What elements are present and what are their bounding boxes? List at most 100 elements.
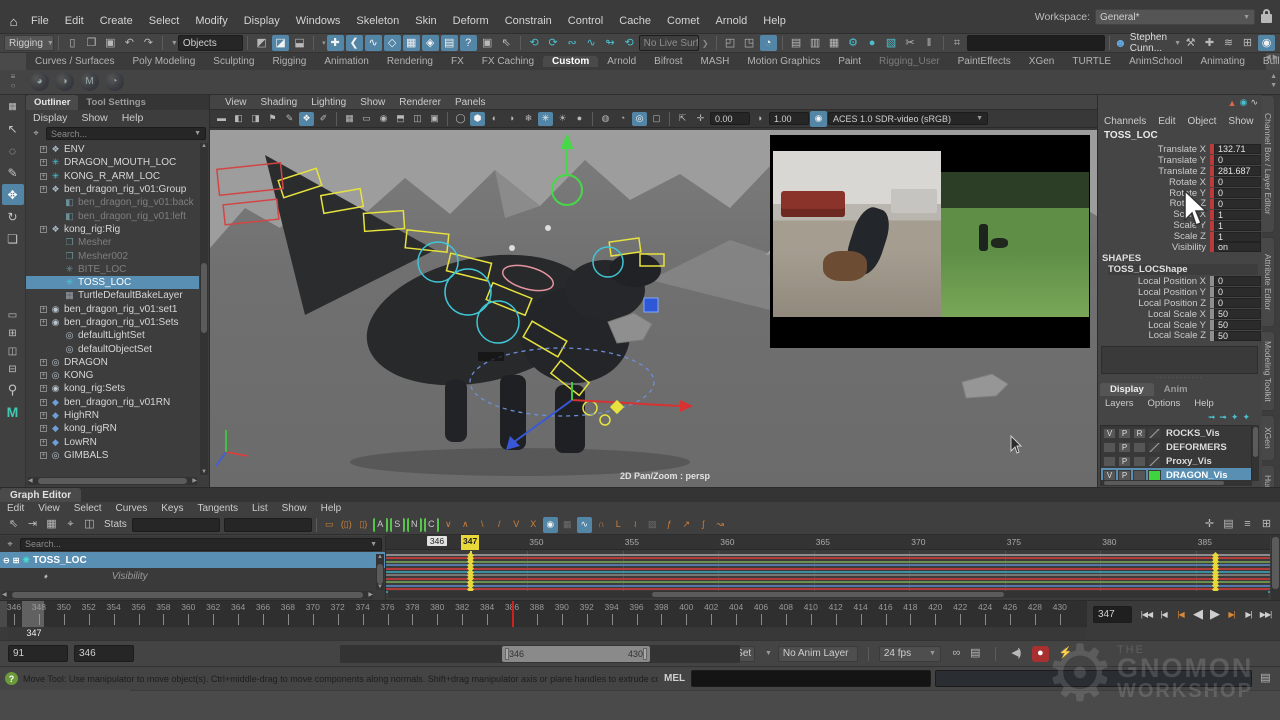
zoom-tool-icon[interactable]: ⚲ <box>2 379 24 400</box>
menu-skin[interactable]: Skin <box>407 15 444 27</box>
viewport-menu-renderer[interactable]: Renderer <box>392 97 448 108</box>
outliner-item[interactable]: +◎KONG <box>26 369 199 382</box>
shelf-tab-poly-modeling[interactable]: Poly Modeling <box>123 56 204 67</box>
expand-icon[interactable]: + <box>40 399 47 406</box>
graph-menu-edit[interactable]: Edit <box>0 503 31 514</box>
color-management-icon[interactable]: ◉ <box>810 111 827 127</box>
multi-pane-icon[interactable]: ◳ <box>741 35 758 51</box>
new-scene-icon[interactable]: ▯ <box>64 35 81 51</box>
expand-icon[interactable]: + <box>40 319 47 326</box>
move-layer-down-icon[interactable]: ➟ <box>1219 412 1227 423</box>
outliner-search-input[interactable]: Search...▼ <box>46 127 206 140</box>
snap-projected-center-icon[interactable]: ▦ <box>403 35 420 51</box>
shelf-tab-fx[interactable]: FX <box>442 56 473 67</box>
reference-video-panel[interactable] <box>770 135 1090 348</box>
flat-tangent-icon[interactable]: ∿ <box>577 517 592 533</box>
inputs-to-selected-icon[interactable]: ⟲ <box>526 35 543 51</box>
workspace-dropdown[interactable]: General*▼ <box>1095 9 1255 25</box>
graph-menu-show[interactable]: Show <box>275 503 314 514</box>
side-tab-channel-box-layer-editor[interactable]: Channel Box / Layer Editor <box>1262 95 1275 233</box>
outliner-item[interactable]: +◎DRAGON <box>26 356 199 369</box>
tool-settings-toggle-icon[interactable]: ◉ <box>1258 35 1275 51</box>
shelf-button-2[interactable]: ◑ <box>55 72 74 91</box>
paint-select-tool-icon[interactable]: ✎ <box>2 162 24 183</box>
lock-tangent-weight-icon[interactable]: / <box>492 517 507 533</box>
outliner-tab-tool-settings[interactable]: Tool Settings <box>78 95 153 110</box>
graph-editor-tab[interactable]: Graph Editor <box>0 488 81 502</box>
graph-pin-icon[interactable]: ✛ <box>1201 517 1218 533</box>
insert-keys-icon[interactable]: ⇥ <box>24 517 41 533</box>
layer-color-swatch[interactable] <box>1148 456 1161 467</box>
layer-menu-options[interactable]: Options <box>1141 398 1188 409</box>
channel-value-field[interactable]: 0 <box>1214 188 1261 198</box>
outliner-item[interactable]: +❖ENV <box>26 143 199 156</box>
graph-menu-keys[interactable]: Keys <box>154 503 190 514</box>
smooth-mesh-icon[interactable]: ∿ <box>583 35 600 51</box>
image-plane-icon[interactable]: ✎ <box>282 112 297 126</box>
clamped-tangent-icon[interactable]: X <box>526 517 541 533</box>
outliner-hscrollbar[interactable]: ◀ ▶ <box>28 477 197 485</box>
layer-color-swatch[interactable] <box>1148 470 1161 481</box>
visibility-toggle[interactable]: V <box>1103 470 1116 481</box>
pan-zoom-2d-icon[interactable]: ❖ <box>299 112 314 126</box>
outliner-persp-layout-button[interactable]: ⊟ <box>2 361 24 378</box>
select-tool-icon[interactable]: ↖ <box>2 118 24 139</box>
graph-tree-hscrollbar[interactable]: ◀▶ <box>2 591 373 599</box>
render-current-frame-icon[interactable]: ▥ <box>807 35 824 51</box>
manip-display-icon[interactable]: ▲ <box>1228 98 1237 108</box>
graph-menu-tangents[interactable]: Tangents <box>190 503 245 514</box>
select-component-icon[interactable]: ⬓ <box>291 35 308 51</box>
expand-icon[interactable]: + <box>40 412 47 419</box>
expand-icon[interactable]: + <box>40 425 47 432</box>
channel-box-menu-channels[interactable]: Channels <box>1098 116 1152 127</box>
outliner-item[interactable]: ◧ben_dragon_rig_v01:back <box>26 196 199 209</box>
layer-color-swatch[interactable] <box>1148 428 1161 439</box>
reference-toggle[interactable] <box>1133 470 1146 481</box>
break-tangents-icon[interactable]: ∨ <box>441 517 456 533</box>
symmetry-icon[interactable]: ✚ <box>327 35 344 51</box>
outliner-item[interactable]: ✳BITE_LOC <box>26 263 199 276</box>
outliner-vscrollbar[interactable]: ▲ ▼ <box>200 143 208 475</box>
shelf-tab-sculpting[interactable]: Sculpting <box>204 56 263 67</box>
stacked-view-icon[interactable]: S <box>390 518 405 532</box>
retime-tool-icon[interactable]: ◫ <box>81 517 98 533</box>
motion-blur-icon[interactable]: ☀ <box>555 112 570 126</box>
infinity-cycle-icon[interactable]: ʃ <box>696 517 711 533</box>
expand-icon[interactable]: + <box>40 385 47 392</box>
visibility-toggle[interactable] <box>1103 456 1116 467</box>
layer-menu-help[interactable]: Help <box>1187 398 1221 409</box>
render-view-icon[interactable]: ▤ <box>788 35 805 51</box>
channel-box-menu-object[interactable]: Object <box>1182 116 1223 127</box>
grid-icon[interactable]: ▦ <box>342 112 357 126</box>
menu-help[interactable]: Help <box>755 15 794 27</box>
highlight-selection-icon[interactable]: ⇖ <box>498 35 515 51</box>
objects-filter-field[interactable]: Objects <box>178 35 243 51</box>
layer-color-swatch[interactable] <box>1148 442 1161 453</box>
graph-menu-view[interactable]: View <box>31 503 67 514</box>
outliner-item[interactable]: +◉kong_rig:Sets <box>26 382 199 395</box>
graph-menu-curves[interactable]: Curves <box>109 503 155 514</box>
outliner-item[interactable]: +◆LowRN <box>26 436 199 449</box>
playback-loop-icon[interactable]: ∞ <box>948 646 965 662</box>
graph-search-input[interactable]: Search...▼ <box>20 538 382 551</box>
step-forward-frame-button[interactable]: ▶| <box>1241 606 1256 622</box>
history-toggle-icon[interactable]: ⟲ <box>621 35 638 51</box>
two-pane-layout-button[interactable]: ◫ <box>2 343 24 360</box>
user-account-menu[interactable]: ☻ Stephen Cunn... ▼ <box>1114 32 1181 54</box>
selection-field-icon[interactable]: ⌗ <box>949 35 966 51</box>
graph-vscrollbar[interactable] <box>1271 535 1280 600</box>
viewport-menu-panels[interactable]: Panels <box>448 97 493 108</box>
resolution-gate-icon[interactable]: ◉ <box>376 112 391 126</box>
shelf-button-4[interactable]: ◔ <box>105 72 124 91</box>
display-layer-row[interactable]: VPRROCKS_Vis <box>1101 426 1251 440</box>
expand-icon[interactable]: + <box>40 306 47 313</box>
shaded-icon[interactable]: ⬢ <box>470 112 485 126</box>
layer-hscrollbar[interactable] <box>1100 480 1252 486</box>
viewport-menu-view[interactable]: View <box>218 97 254 108</box>
menu-set-dropdown[interactable]: Rigging▼ <box>4 35 54 51</box>
modeling-toolkit-toggle-icon[interactable]: ⚒ <box>1182 35 1199 51</box>
outliner-item[interactable]: +◆HighRN <box>26 409 199 422</box>
channel-value-field[interactable]: 0 <box>1214 287 1261 297</box>
channel-box-node-name[interactable]: TOSS_LOC <box>1104 130 1158 141</box>
graph-menu-help[interactable]: Help <box>314 503 349 514</box>
